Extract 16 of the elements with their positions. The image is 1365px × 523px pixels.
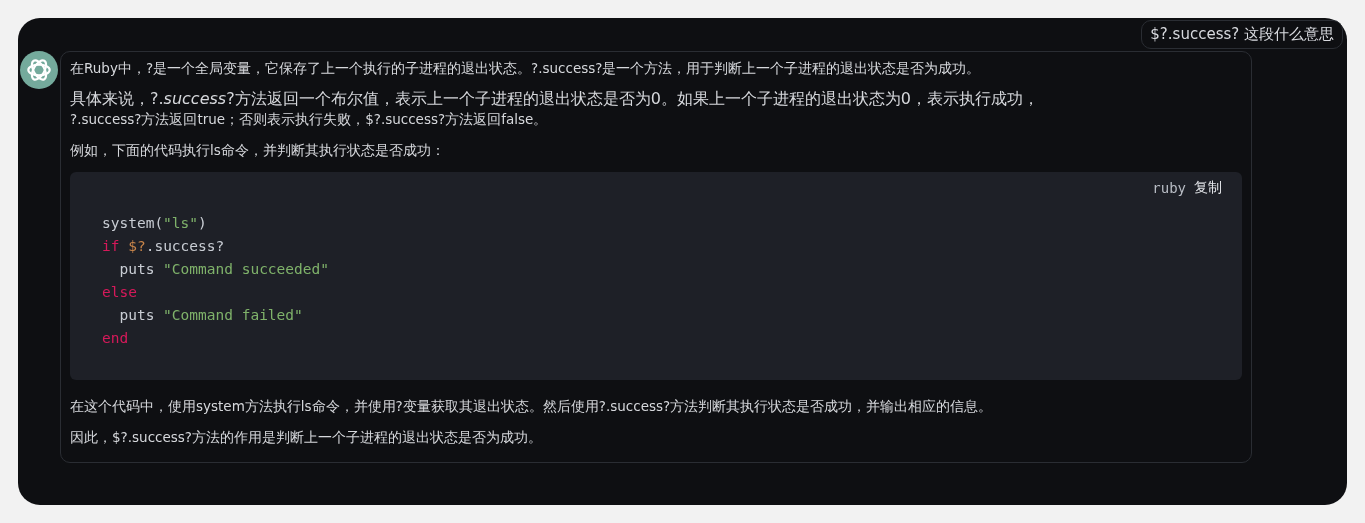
code-line: end: [102, 329, 130, 348]
copy-button[interactable]: 复制: [1194, 179, 1222, 197]
code-line: puts "Command failed": [118, 306, 304, 325]
user-message: $?.success? 这段什么意思: [1141, 20, 1343, 49]
answer-paragraph: 例如，下面的代码执行ls命令，并判断其执行状态是否成功：: [70, 141, 446, 160]
code-line: else: [102, 283, 138, 302]
code-line: puts "Command succeeded": [118, 260, 330, 279]
assistant-logo-icon: [20, 51, 58, 89]
code-language: ruby: [1152, 180, 1186, 196]
answer-paragraph: ?.success?方法返回true；否则表示执行失败，$?.success?方法返回false。: [70, 110, 549, 129]
answer-paragraph: 在这个代码中，使用system方法执行ls命令，并使用?变量获取其退出状态。然后使用?.success?方法判断其执行状态是否成功，并输出相应的信息。: [70, 397, 994, 416]
code-line: if $?.success?: [102, 237, 226, 256]
code-line: system("ls"): [102, 214, 208, 233]
answer-paragraph: 具体来说，?.success?方法返回一个布尔值，表示上一个子进程的退出状态是否为0。如果上一个子进程的退出状态为0，表示执行成功，: [70, 89, 1041, 109]
answer-paragraph: 因此，$?.success?方法的作用是判断上一个子进程的退出状态是否为成功。: [70, 428, 544, 447]
answer-paragraph: 在Ruby中，?是一个全局变量，它保存了上一个执行的子进程的退出状态。?.success?是一个方法，用于判断上一个子进程的退出状态是否为成功。: [70, 59, 982, 78]
